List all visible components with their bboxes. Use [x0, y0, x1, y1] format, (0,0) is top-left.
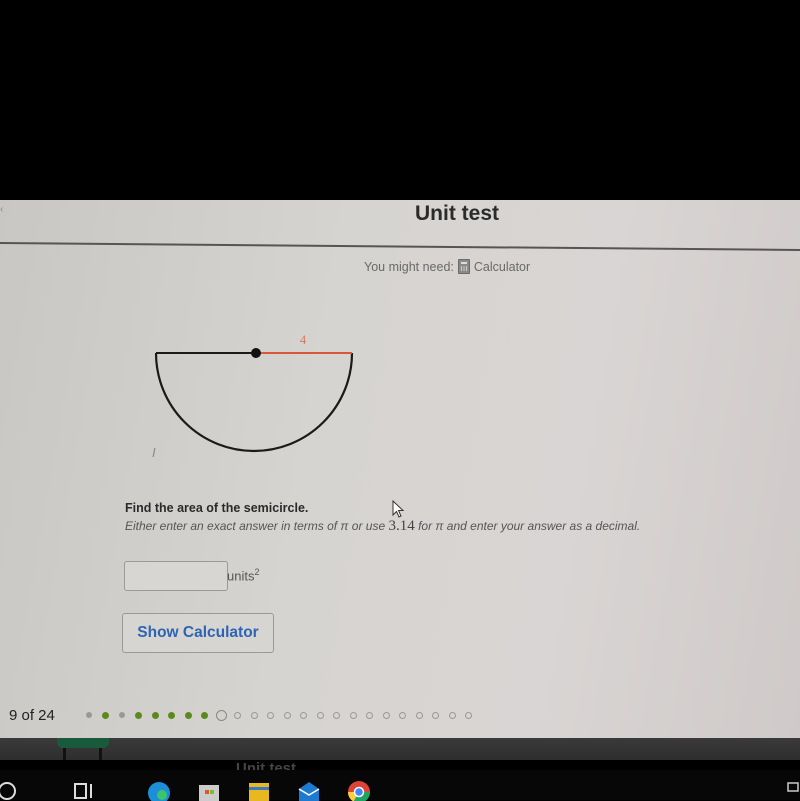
mouse-pointer-icon — [392, 500, 405, 518]
progress-dot-marker — [201, 711, 209, 719]
progress-dot-marker — [415, 711, 423, 719]
progress-dot-marker — [102, 711, 110, 719]
store-icon[interactable] — [196, 779, 222, 801]
progress-dot-14[interactable] — [296, 711, 313, 719]
progress-dot-marker — [168, 711, 176, 719]
answer-input[interactable] — [124, 561, 228, 591]
might-need-label: You might need: — [364, 259, 454, 274]
center-point — [251, 348, 261, 358]
search-icon[interactable] — [0, 779, 22, 801]
progress-dot-11[interactable] — [246, 711, 263, 719]
progress-dot-4[interactable] — [131, 711, 148, 719]
question-instructions: Either enter an exact answer in terms of… — [125, 518, 640, 535]
progress-dot-12[interactable] — [263, 711, 280, 719]
progress-dot-marker — [135, 711, 143, 719]
show-calculator-button[interactable]: Show Calculator — [122, 613, 274, 653]
progress-dot-marker — [465, 711, 473, 719]
progress-dot-16[interactable] — [329, 711, 346, 719]
taskbar — [0, 770, 800, 800]
browser-window: ‹ Unit test You might need: Calculator 4… — [0, 200, 800, 738]
progress-dot-9[interactable] — [213, 709, 230, 721]
progress-dot-marker — [316, 711, 324, 719]
banner-leg — [63, 748, 66, 760]
progress-dot-marker — [250, 711, 258, 719]
progress-dots — [81, 709, 478, 721]
semicircle-arc — [154, 352, 354, 453]
progress-dot-5[interactable] — [147, 711, 164, 719]
task-view-icon[interactable] — [72, 779, 96, 801]
progress-dot-3[interactable] — [114, 712, 131, 718]
header-divider — [0, 242, 800, 251]
instructions-text-2: for π and enter your answer as a decimal… — [414, 519, 641, 533]
progress-dot-2[interactable] — [98, 711, 115, 719]
progress-bar: 9 of 24 — [0, 695, 800, 735]
progress-dot-marker — [366, 711, 374, 719]
progress-dot-23[interactable] — [444, 711, 461, 719]
file-explorer-icon[interactable] — [246, 779, 272, 801]
chrome-icon[interactable] — [346, 779, 372, 801]
units-exponent: 2 — [254, 567, 260, 577]
edge-icon[interactable] — [146, 779, 172, 801]
units-text: units — [227, 568, 255, 584]
progress-dot-marker — [349, 711, 357, 719]
progress-dot-21[interactable] — [411, 711, 428, 719]
pi-approximation: 3.14 — [388, 518, 415, 534]
page-title: Unit test — [415, 202, 499, 225]
might-need-row: You might need: Calculator — [364, 259, 530, 274]
progress-dot-marker — [267, 711, 275, 719]
progress-dot-6[interactable] — [164, 711, 181, 719]
progress-dot-marker — [432, 711, 440, 719]
progress-dot-17[interactable] — [345, 711, 362, 719]
progress-dot-22[interactable] — [428, 711, 445, 719]
progress-dot-marker — [119, 712, 126, 718]
progress-dot-7[interactable] — [180, 711, 197, 719]
progress-dot-marker — [399, 711, 407, 719]
progress-dot-13[interactable] — [279, 711, 296, 719]
progress-dot-marker — [151, 711, 159, 719]
progress-dot-1[interactable] — [81, 712, 98, 718]
progress-dot-marker — [333, 711, 341, 719]
progress-dot-marker — [300, 711, 308, 719]
mail-icon[interactable] — [296, 779, 322, 801]
progress-dot-marker — [215, 709, 227, 721]
progress-dot-8[interactable] — [197, 711, 214, 719]
semicircle-figure: 4 — [154, 332, 354, 453]
instructions-text-1: Either enter an exact answer in terms of… — [125, 519, 389, 533]
notification-icon[interactable] — [784, 779, 800, 801]
banner-leg — [99, 748, 102, 760]
calculator-link[interactable]: Calculator — [474, 260, 530, 274]
progress-dot-19[interactable] — [378, 711, 395, 719]
progress-dot-marker — [184, 711, 192, 719]
progress-dot-10[interactable] — [230, 711, 247, 719]
units-label: units2 — [227, 567, 259, 583]
calculator-icon — [457, 259, 470, 274]
progress-dot-marker — [234, 711, 242, 719]
back-arrow-icon[interactable]: ‹ — [0, 204, 3, 215]
question-prompt: Find the area of the semicircle. — [125, 501, 309, 515]
progress-dot-20[interactable] — [395, 711, 412, 719]
text-cursor-icon: I — [152, 445, 156, 460]
background-window-strip — [0, 738, 800, 760]
progress-dot-marker — [86, 712, 93, 718]
background-banner-shape — [57, 738, 109, 748]
progress-dot-marker — [448, 711, 456, 719]
progress-dot-18[interactable] — [362, 711, 379, 719]
progress-dot-marker — [283, 711, 291, 719]
progress-dot-marker — [382, 711, 390, 719]
progress-dot-15[interactable] — [312, 711, 329, 719]
progress-dot-24[interactable] — [461, 711, 478, 719]
radius-label: 4 — [300, 332, 307, 347]
progress-label: 9 of 24 — [9, 706, 55, 724]
